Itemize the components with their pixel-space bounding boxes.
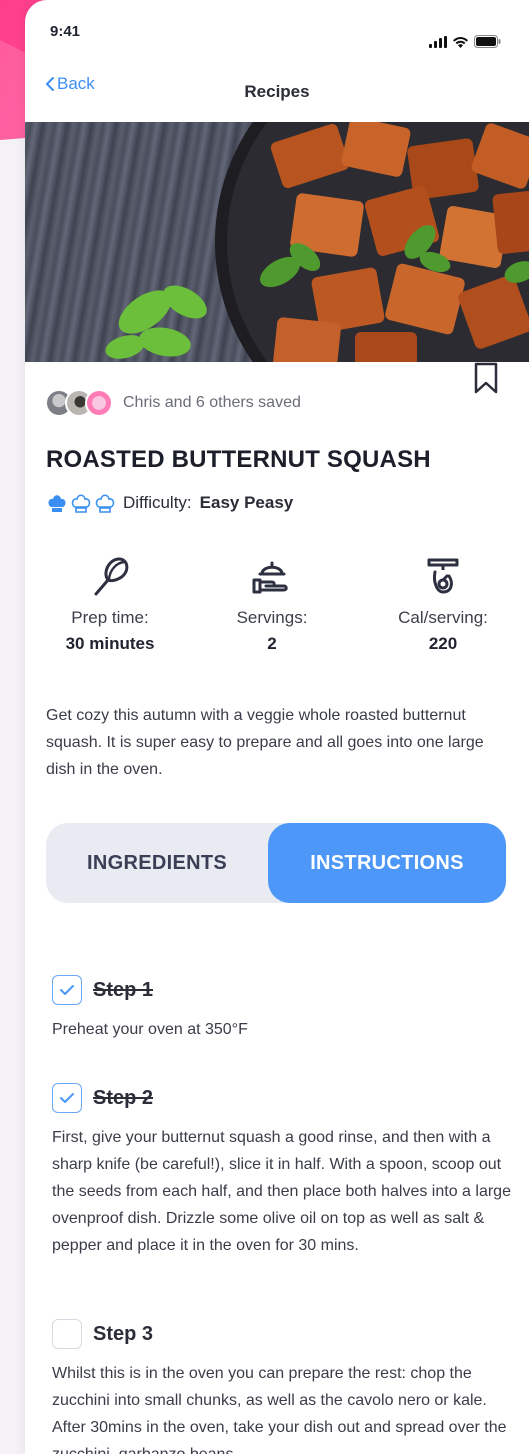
step-title: Step 1 bbox=[93, 978, 154, 1001]
tab-instructions[interactable]: INSTRUCTIONS bbox=[268, 823, 506, 903]
stat-value: 30 minutes bbox=[65, 634, 155, 653]
step-text: First, give your butternut squash a good… bbox=[52, 1129, 511, 1254]
wifi-icon bbox=[453, 36, 468, 48]
serving-hand-icon bbox=[252, 561, 288, 594]
step-checkbox[interactable] bbox=[52, 1083, 82, 1113]
navigation-bar: Back Recipes bbox=[25, 60, 529, 122]
recipe-description: Get cozy this autumn with a veggie whole… bbox=[46, 707, 484, 778]
stat-label: Servings: bbox=[236, 608, 308, 627]
difficulty-label: Difficulty: bbox=[123, 493, 192, 512]
recipe-stats: Prep time: 30 minutes Servings: 2 Cal/se… bbox=[25, 552, 529, 662]
step-text: Preheat your oven at 350°F bbox=[52, 1021, 248, 1038]
nav-title: Recipes bbox=[244, 82, 310, 101]
chef-hat-outline-icon bbox=[71, 494, 91, 513]
stat-calories: Cal/serving: 220 bbox=[363, 552, 523, 654]
status-bar: 9:41 bbox=[25, 0, 529, 60]
step-checkbox[interactable] bbox=[52, 975, 82, 1005]
stat-servings: Servings: 2 bbox=[192, 552, 352, 654]
stat-label: Cal/serving: bbox=[398, 608, 488, 627]
scale-icon bbox=[427, 558, 459, 594]
status-time: 9:41 bbox=[50, 23, 81, 40]
saved-by-row: Chris and 6 others saved bbox=[45, 386, 301, 420]
avatar bbox=[85, 389, 113, 417]
stat-value: 220 bbox=[428, 634, 458, 653]
instruction-step: Step 1 Preheat your oven at 350°F bbox=[52, 974, 514, 1043]
instruction-step: Step 2 First, give your butternut squash… bbox=[52, 1082, 514, 1259]
chef-hat-outline-icon bbox=[95, 494, 115, 513]
instruction-step: Step 3 Whilst this is in the oven you ca… bbox=[52, 1318, 514, 1454]
step-title: Step 3 bbox=[93, 1322, 154, 1345]
checkmark-icon bbox=[60, 985, 74, 995]
recipe-hero-image bbox=[25, 122, 529, 362]
tab-ingredients[interactable]: INGREDIENTS bbox=[46, 823, 268, 903]
status-icons bbox=[429, 23, 501, 60]
recipe-title: ROASTED BUTTERNUT SQUASH bbox=[46, 446, 431, 473]
step-checkbox[interactable] bbox=[52, 1319, 82, 1349]
difficulty-row: Difficulty: Easy Peasy bbox=[47, 490, 293, 516]
checkmark-icon bbox=[60, 1093, 74, 1103]
bookmark-icon[interactable] bbox=[473, 362, 499, 394]
stat-value: 2 bbox=[267, 634, 277, 653]
step-text: Whilst this is in the oven you can prepa… bbox=[52, 1365, 507, 1454]
whisk-icon bbox=[94, 557, 129, 596]
stat-prep-time: Prep time: 30 minutes bbox=[30, 552, 190, 654]
difficulty-value: Easy Peasy bbox=[199, 493, 294, 512]
stat-label: Prep time: bbox=[71, 608, 149, 627]
battery-icon bbox=[474, 35, 501, 48]
step-title: Step 2 bbox=[93, 1086, 154, 1109]
chef-hat-icon bbox=[48, 495, 66, 512]
recipe-tabs: INGREDIENTS INSTRUCTIONS bbox=[46, 823, 506, 903]
saved-by-text: Chris and 6 others saved bbox=[123, 394, 301, 411]
phone-screen: 9:41 Back Recipes Chris and 6 others sav… bbox=[25, 0, 529, 1454]
signal-icon bbox=[429, 35, 447, 48]
